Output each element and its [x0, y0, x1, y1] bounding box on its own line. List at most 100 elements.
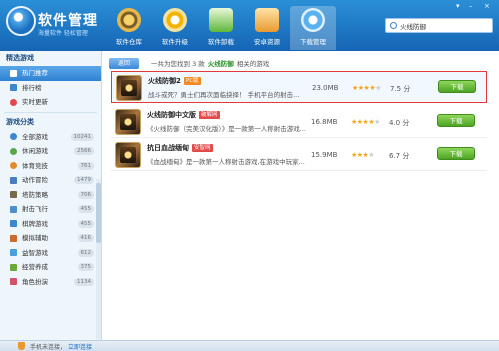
game-name[interactable]: 火线防御中文版 破解网 [147, 110, 220, 120]
source-tag: PC版 [183, 77, 201, 85]
roleplay-icon [10, 278, 17, 286]
close-icon[interactable]: × [484, 2, 490, 10]
uninstall-icon [209, 8, 233, 32]
game-thumbnail[interactable] [116, 75, 142, 101]
result-header: 返回 一共为您找到 3 款 火线防御 相关的游戏 [109, 57, 269, 69]
sidebar-scroll-thumb[interactable] [96, 183, 101, 243]
result-keyword: 火线防御 [207, 60, 234, 68]
search-box[interactable] [385, 18, 493, 33]
game-score: 6.7 分 [389, 152, 410, 160]
shooting-icon [10, 205, 17, 213]
count-badge: 455 [77, 205, 94, 213]
count-badge: 1479 [74, 176, 94, 184]
search-input[interactable] [400, 20, 490, 31]
app-header: 软件管理 海量软件 轻松管理 软件仓库 软件升级 软件卸载 安卓资源 下载管理 … [0, 0, 499, 51]
sidebar-item-category[interactable]: 模拟辅助 416 [0, 231, 101, 246]
download-button[interactable]: 下载 [438, 80, 476, 93]
simulation-icon [10, 234, 17, 242]
android-icon [255, 8, 279, 32]
sidebar-item-category[interactable]: 角色扮演 1134 [0, 275, 101, 290]
puzzle-icon [10, 249, 17, 257]
minimize-icon[interactable]: – [469, 2, 473, 10]
count-badge: 612 [77, 248, 94, 257]
game-name[interactable]: 火线防御2 PC版 [148, 76, 201, 86]
rating-stars: ★★★★★ [352, 84, 381, 92]
divider [4, 111, 97, 113]
game-size: 15.9MB [311, 151, 338, 159]
nav-software-uninstall[interactable]: 软件卸载 [198, 6, 244, 50]
sidebar-item-category[interactable]: 休闲游戏 2566 [0, 144, 101, 159]
game-description: 《血战缅甸》是一款第一人称射击游戏,在游戏中玩家... [147, 158, 305, 166]
sidebar-item-category[interactable]: 经营养成 375 [0, 260, 101, 275]
category-section-title: 游戏分类 [6, 117, 34, 126]
chess-icon [10, 220, 17, 228]
count-badge: 416 [77, 234, 94, 242]
game-size: 16.8MB [311, 118, 338, 126]
featured-section-title: 精选游戏 [6, 54, 34, 62]
sidebar-item-updates[interactable]: 实时更新 [0, 95, 101, 110]
sidebar-item-category[interactable]: 益智游戏 612 [0, 246, 101, 261]
strategy-icon [10, 191, 17, 199]
connection-status: 手机未连接， [30, 344, 67, 351]
sidebar-item-category[interactable]: 全部游戏 10241 [0, 130, 101, 145]
connect-now-link[interactable]: 立即连接 [68, 342, 92, 351]
download-icon [301, 8, 325, 32]
count-badge: 706 [77, 190, 94, 199]
count-badge: 761 [77, 161, 94, 170]
sidebar-item-category[interactable]: 体育竞技 761 [0, 159, 101, 174]
back-button[interactable]: 返回 [109, 57, 139, 69]
game-description: 战斗或死？勇士们再次面临抉择！ 手机平台的射击... [148, 91, 300, 99]
upgrade-icon [163, 8, 187, 32]
game-score: 4.0 分 [389, 119, 410, 127]
game-description: 《火线防御（完美汉化版）》是一款第一人称射击游戏... [147, 125, 306, 133]
source-tag: 破解网 [199, 111, 220, 119]
casual-icon [10, 147, 17, 155]
main-panel: 返回 一共为您找到 3 款 火线防御 相关的游戏 火线防御2 PC版 战斗或死？勇… [103, 51, 499, 340]
count-badge: 375 [77, 263, 94, 271]
search-icon[interactable] [390, 22, 397, 29]
count-badge: 1134 [74, 277, 94, 286]
sidebar-item-hot[interactable]: 热门推荐 [0, 66, 101, 81]
sidebar-item-category[interactable]: 动作冒险 1479 [0, 173, 101, 188]
game-thumbnail[interactable] [115, 142, 141, 168]
ranking-icon [10, 84, 17, 92]
game-row[interactable]: 抗日血战缅甸 安智网 《血战缅甸》是一款第一人称射击游戏,在游戏中玩家... 15… [111, 139, 487, 171]
game-name[interactable]: 抗日血战缅甸 安智网 [147, 143, 213, 153]
count-badge: 455 [77, 219, 94, 228]
update-icon [10, 98, 17, 106]
nav-download-manager[interactable]: 下载管理 [290, 6, 336, 50]
all-games-icon [10, 133, 17, 141]
count-badge: 10241 [70, 132, 94, 141]
game-thumbnail[interactable] [115, 109, 141, 135]
rating-stars: ★★★★ [351, 151, 375, 159]
action-icon [10, 176, 17, 184]
sidebar-item-ranking[interactable]: 排行榜 [0, 81, 101, 96]
sidebar-item-category[interactable]: 射击飞行 455 [0, 202, 101, 217]
flame-icon [10, 69, 17, 77]
app-subtitle: 海量软件 轻松管理 [38, 30, 88, 37]
source-tag: 安智网 [192, 144, 213, 152]
sidebar: 精选游戏 热门推荐 排行榜 实时更新 游戏分类 全部游戏 10241 休闲游戏 … [0, 51, 102, 340]
app-logo-icon [6, 6, 36, 36]
app-title: 软件管理 [38, 13, 98, 29]
sports-icon [10, 162, 17, 170]
menu-icon[interactable]: ▾ [456, 2, 460, 10]
download-button[interactable]: 下载 [437, 114, 475, 127]
game-row[interactable]: 火线防御中文版 破解网 《火线防御（完美汉化版）》是一款第一人称射击游戏... 1… [111, 106, 487, 138]
rating-stars: ★★★★★ [351, 118, 380, 126]
main-nav: 软件仓库 软件升级 软件卸载 安卓资源 下载管理 [106, 6, 336, 50]
phone-status-icon [18, 342, 25, 350]
game-row[interactable]: 火线防御2 PC版 战斗或死？勇士们再次面临抉择！ 手机平台的射击... 23.0… [111, 71, 487, 103]
sidebar-item-category[interactable]: 塔防策略 706 [0, 188, 101, 203]
game-score: 7.5 分 [390, 85, 411, 93]
result-prefix: 一共为您找到 3 款 [151, 60, 205, 68]
nav-software-upgrade[interactable]: 软件升级 [152, 6, 198, 50]
result-suffix: 相关的游戏 [236, 60, 270, 68]
download-button[interactable]: 下载 [437, 147, 475, 160]
sidebar-item-category[interactable]: 棋牌游戏 455 [0, 217, 101, 232]
status-bar: 手机未连接， 立即连接 [0, 340, 499, 351]
nav-android-resources[interactable]: 安卓资源 [244, 6, 290, 50]
count-badge: 2566 [74, 147, 94, 155]
store-icon [117, 8, 141, 32]
nav-software-store[interactable]: 软件仓库 [106, 6, 152, 50]
